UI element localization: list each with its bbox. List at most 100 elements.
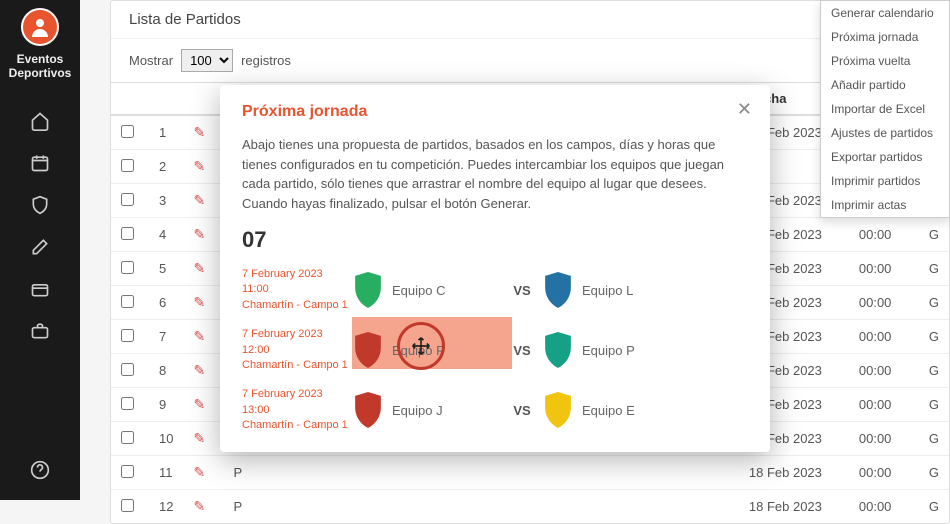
home-icon[interactable] xyxy=(30,111,50,131)
move-cursor-icon xyxy=(411,336,431,356)
row-g: G xyxy=(919,422,949,456)
show-label: Mostrar xyxy=(129,53,173,68)
menu-item[interactable]: Imprimir actas xyxy=(821,193,949,217)
row-checkbox[interactable] xyxy=(121,363,134,376)
edit-row-icon[interactable]: ✎ xyxy=(193,396,205,412)
fixture-meta: 7 February 202311:00Chamartín - Campo 1 xyxy=(242,267,352,313)
fixture-row: 7 February 202313:00Chamartín - Campo 1E… xyxy=(242,387,748,433)
row-number: 8 xyxy=(149,354,183,388)
fixture-meta: 7 February 202313:00Chamartín - Campo 1 xyxy=(242,387,352,433)
row-time: 00:00 xyxy=(849,218,919,252)
row-checkbox[interactable] xyxy=(121,295,134,308)
edit-row-icon[interactable]: ✎ xyxy=(193,158,205,174)
row-date: 18 Feb 2023 xyxy=(739,490,849,524)
row-checkbox[interactable] xyxy=(121,499,134,512)
sidebar: Eventos Deportivos xyxy=(0,0,80,500)
row-time: 00:00 xyxy=(849,320,919,354)
row-time: 00:00 xyxy=(849,354,919,388)
drag-indicator xyxy=(397,322,445,370)
menu-item[interactable]: Imprimir partidos xyxy=(821,169,949,193)
menu-item[interactable]: Importar de Excel xyxy=(821,97,949,121)
away-team[interactable]: Equipo E xyxy=(542,392,692,428)
menu-item[interactable]: Generar calendario xyxy=(821,1,949,25)
vs-label: VS xyxy=(502,403,542,418)
briefcase-icon[interactable] xyxy=(30,321,50,341)
row-checkbox[interactable] xyxy=(121,465,134,478)
close-icon[interactable]: ✕ xyxy=(737,99,752,120)
row-number: 1 xyxy=(149,115,183,150)
menu-item[interactable]: Ajustes de partidos xyxy=(821,121,949,145)
home-team[interactable]: Equipo C xyxy=(352,272,502,308)
row-g: G xyxy=(919,490,949,524)
row-number: 7 xyxy=(149,320,183,354)
row-checkbox[interactable] xyxy=(121,431,134,444)
modal-next-round: Próxima jornada ✕ Abajo tienes una propu… xyxy=(220,85,770,452)
menu-item[interactable]: Exportar partidos xyxy=(821,145,949,169)
row-time: 00:00 xyxy=(849,286,919,320)
row-checkbox[interactable] xyxy=(121,397,134,410)
edit-row-icon[interactable]: ✎ xyxy=(193,260,205,276)
row-number: 3 xyxy=(149,184,183,218)
records-label: registros xyxy=(241,53,291,68)
row-date: 18 Feb 2023 xyxy=(739,456,849,490)
edit-row-icon[interactable]: ✎ xyxy=(193,328,205,344)
row-g: G xyxy=(919,354,949,388)
menu-item[interactable]: Próxima vuelta xyxy=(821,49,949,73)
row-checkbox[interactable] xyxy=(121,261,134,274)
menu-item[interactable]: Próxima jornada xyxy=(821,25,949,49)
row-time: 00:00 xyxy=(849,422,919,456)
row-time: 00:00 xyxy=(849,456,919,490)
fixture-meta: 7 February 202312:00Chamartín - Campo 1 xyxy=(242,327,352,373)
modal-description: Abajo tienes una propuesta de partidos, … xyxy=(242,135,748,213)
edit-row-icon[interactable]: ✎ xyxy=(193,294,205,310)
row-g: G xyxy=(919,218,949,252)
round-number: 07 xyxy=(242,227,748,253)
edit-row-icon[interactable]: ✎ xyxy=(193,362,205,378)
menu-item[interactable]: Añadir partido xyxy=(821,73,949,97)
row-checkbox[interactable] xyxy=(121,159,134,172)
row-g: G xyxy=(919,456,949,490)
help-icon[interactable] xyxy=(30,460,50,480)
row-checkbox[interactable] xyxy=(121,125,134,138)
edit-row-icon[interactable]: ✎ xyxy=(193,430,205,446)
table-row: 12 ✎ P18 Feb 202300:00G xyxy=(111,490,949,524)
edit-row-icon[interactable]: ✎ xyxy=(193,464,205,480)
away-team[interactable]: Equipo P xyxy=(542,332,692,368)
context-menu: Generar calendarioPróxima jornadaPróxima… xyxy=(820,0,950,218)
per-page-select[interactable]: 100 xyxy=(181,49,233,72)
vs-label: VS xyxy=(502,283,542,298)
row-number: 2 xyxy=(149,150,183,184)
row-number: 5 xyxy=(149,252,183,286)
row-number: 10 xyxy=(149,422,183,456)
shield-icon[interactable] xyxy=(30,195,50,215)
row-time: 00:00 xyxy=(849,490,919,524)
brand-label: Eventos Deportivos xyxy=(0,52,80,81)
vs-label: VS xyxy=(502,343,542,358)
edit-icon[interactable] xyxy=(30,237,50,257)
away-team[interactable]: Equipo L xyxy=(542,272,692,308)
row-checkbox[interactable] xyxy=(121,227,134,240)
venue-icon[interactable] xyxy=(30,279,50,299)
row-time: 00:00 xyxy=(849,252,919,286)
row-number: 4 xyxy=(149,218,183,252)
row-number: 6 xyxy=(149,286,183,320)
edit-row-icon[interactable]: ✎ xyxy=(193,192,205,208)
edit-row-icon[interactable]: ✎ xyxy=(193,124,205,140)
row-g: G xyxy=(919,286,949,320)
edit-row-icon[interactable]: ✎ xyxy=(193,226,205,242)
row-g: G xyxy=(919,388,949,422)
calendar-icon[interactable] xyxy=(30,153,50,173)
row-checkbox[interactable] xyxy=(121,193,134,206)
row-number: 11 xyxy=(149,456,183,490)
avatar[interactable] xyxy=(21,8,59,46)
fixture-row: 7 February 202312:00Chamartín - Campo 1 E… xyxy=(242,327,748,373)
row-label: P xyxy=(223,490,738,524)
row-number: 9 xyxy=(149,388,183,422)
row-g: G xyxy=(919,320,949,354)
row-number: 12 xyxy=(149,490,183,524)
fixture-row: 7 February 202311:00Chamartín - Campo 1E… xyxy=(242,267,748,313)
row-checkbox[interactable] xyxy=(121,329,134,342)
edit-row-icon[interactable]: ✎ xyxy=(193,498,205,514)
home-team[interactable]: Equipo J xyxy=(352,392,502,428)
row-time: 00:00 xyxy=(849,388,919,422)
